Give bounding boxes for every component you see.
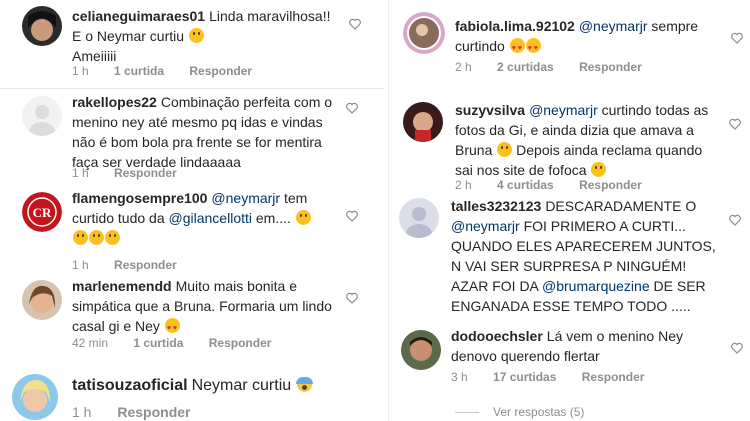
comment-time: 2 h <box>455 60 472 74</box>
mention-link[interactable]: @neymarjr <box>579 18 648 34</box>
comment-item: fabiola.lima.92102 @neymarjr sempre curti… <box>389 0 750 84</box>
comment-item: talles3232123 DESCARADAMENTE O @neymarjr … <box>389 194 750 320</box>
comment-meta: 1 h Responder <box>72 404 212 420</box>
comment-username[interactable]: tatisouzaoficial <box>72 377 188 394</box>
likes-count[interactable]: 1 curtida <box>133 336 183 350</box>
comment-text: talles3232123 DESCARADAMENTE O @neymarjr … <box>451 198 716 314</box>
comment-text: fabiola.lima.92102 @neymarjr sempre curti… <box>455 16 717 59</box>
comment-time: 2 h <box>455 178 472 192</box>
comment-time: 3 h <box>451 370 468 384</box>
comment-text: marlenemendd Muito mais bonita e simpátic… <box>72 276 334 339</box>
comment-text: tatisouzaoficial Neymar curtiu <box>72 375 352 397</box>
comment-text: flamengosempre100 @neymarjr tem curtido t… <box>72 188 334 248</box>
reply-button[interactable]: Responder <box>579 60 642 74</box>
comment-text: celianeguimaraes01 Linda maravilhosa!! E … <box>72 8 331 64</box>
left-comments-panel: celianeguimaraes01 Linda maravilhosa!! E … <box>0 0 384 421</box>
avatar[interactable] <box>403 102 443 142</box>
comment-item: marlenemendd Muito mais bonita e simpátic… <box>0 274 384 362</box>
comment-username[interactable]: rakellopes22 <box>72 94 157 110</box>
comment-text: suzyvsilva @neymarjr curtindo todas as fo… <box>455 102 709 178</box>
avatar[interactable] <box>22 6 62 46</box>
comment-time: 1 h <box>72 64 89 78</box>
mention-link[interactable]: @neymarjr <box>451 218 520 234</box>
comment-meta: 3 h 17 curtidas Responder <box>451 370 666 384</box>
scream-emoji-icon <box>295 377 313 392</box>
comment-item: rakellopes22 Combinação perfeita com o me… <box>0 88 384 182</box>
comment-username[interactable]: flamengosempre100 <box>72 190 207 206</box>
comment-time: 1 h <box>72 404 92 420</box>
comment-meta: 1 h 1 curtida Responder <box>72 64 274 78</box>
mention-link[interactable]: @neymarjr <box>529 102 598 118</box>
comment-meta: 42 min 1 curtida Responder <box>72 336 293 350</box>
laughing-emoji-icon <box>73 230 88 245</box>
comment-meta: 2 h 2 curtidas Responder <box>455 60 664 74</box>
reply-button[interactable]: Responder <box>114 166 177 180</box>
avatar[interactable] <box>399 198 439 238</box>
heart-eyes-emoji-icon <box>525 38 541 59</box>
laughing-emoji-icon <box>105 230 120 245</box>
avatar[interactable] <box>401 330 441 370</box>
reply-button[interactable]: Responder <box>582 370 645 384</box>
like-heart-icon[interactable] <box>729 214 741 226</box>
mention-link[interactable]: @brumarquezine <box>542 278 650 294</box>
comment-time: 1 h <box>72 166 89 180</box>
avatar[interactable] <box>403 12 445 54</box>
reply-button[interactable]: Responder <box>189 64 252 78</box>
avatar[interactable]: CR <box>22 192 62 232</box>
smirk-emoji-icon <box>591 162 607 177</box>
comment-text: dodooechsler Lá vem o menino Ney denovo q… <box>451 328 683 364</box>
comment-username[interactable]: talles3232123 <box>451 198 541 214</box>
reply-button[interactable]: Responder <box>114 258 177 272</box>
like-heart-icon[interactable] <box>346 292 358 304</box>
replies-line <box>455 412 479 414</box>
like-heart-icon[interactable] <box>731 32 743 44</box>
reply-button[interactable]: Responder <box>117 404 190 420</box>
likes-count[interactable]: 1 curtida <box>114 64 164 78</box>
comment-meta: 1 h Responder <box>72 166 199 180</box>
comment-username[interactable]: fabiola.lima.92102 <box>455 18 575 34</box>
comment-meta: 2 h 4 curtidas Responder <box>455 178 664 192</box>
like-heart-icon[interactable] <box>731 342 743 354</box>
comment-username[interactable]: celianeguimaraes01 <box>72 8 205 24</box>
reply-button[interactable]: Responder <box>579 178 642 192</box>
likes-count[interactable]: 2 curtidas <box>497 60 554 74</box>
comment-time: 1 h <box>72 258 89 272</box>
comment-item: suzyvsilva @neymarjr curtindo todas as fo… <box>389 96 750 194</box>
comment-meta: 1 h Responder <box>72 258 199 272</box>
svg-text:CR: CR <box>33 205 52 220</box>
reply-button[interactable]: Responder <box>209 336 272 350</box>
heart-eyes-emoji-icon <box>509 38 525 59</box>
comment-username[interactable]: suzyvsilva <box>455 102 525 118</box>
comment-item: tatisouzaoficial Neymar curtiu 1 h Respon… <box>0 362 384 421</box>
like-heart-icon[interactable] <box>349 18 361 30</box>
mention-link[interactable]: @neymarjr <box>211 190 280 206</box>
like-heart-icon[interactable] <box>346 102 358 114</box>
smirk-emoji-icon <box>497 142 513 157</box>
wink-emoji-icon <box>295 210 311 225</box>
right-comments-panel: fabiola.lima.92102 @neymarjr sempre curti… <box>388 0 750 421</box>
comment-username[interactable]: marlenemendd <box>72 278 172 294</box>
view-replies-button[interactable]: Ver respostas (5) <box>455 405 584 419</box>
avatar[interactable] <box>22 96 62 136</box>
likes-count[interactable]: 4 curtidas <box>497 178 554 192</box>
like-heart-icon[interactable] <box>729 118 741 130</box>
comment-item: CR flamengosempre100 @neymarjr tem curtid… <box>0 182 384 274</box>
comment-item: celianeguimaraes01 Linda maravilhosa!! E … <box>0 0 384 88</box>
wink-emoji-icon <box>188 28 204 43</box>
wink-emoji-icon <box>89 230 104 245</box>
comment-item: dodooechsler Lá vem o menino Ney denovo q… <box>389 320 750 390</box>
comment-text: rakellopes22 Combinação perfeita com o me… <box>72 94 333 170</box>
comment-username[interactable]: dodooechsler <box>451 328 543 344</box>
mention-link[interactable]: @gilancellotti <box>169 210 252 226</box>
heart-eyes-emoji-icon <box>164 318 180 339</box>
likes-count[interactable]: 17 curtidas <box>493 370 556 384</box>
avatar[interactable] <box>22 280 62 320</box>
comment-time: 42 min <box>72 336 109 350</box>
like-heart-icon[interactable] <box>346 210 358 222</box>
avatar[interactable] <box>12 374 58 420</box>
